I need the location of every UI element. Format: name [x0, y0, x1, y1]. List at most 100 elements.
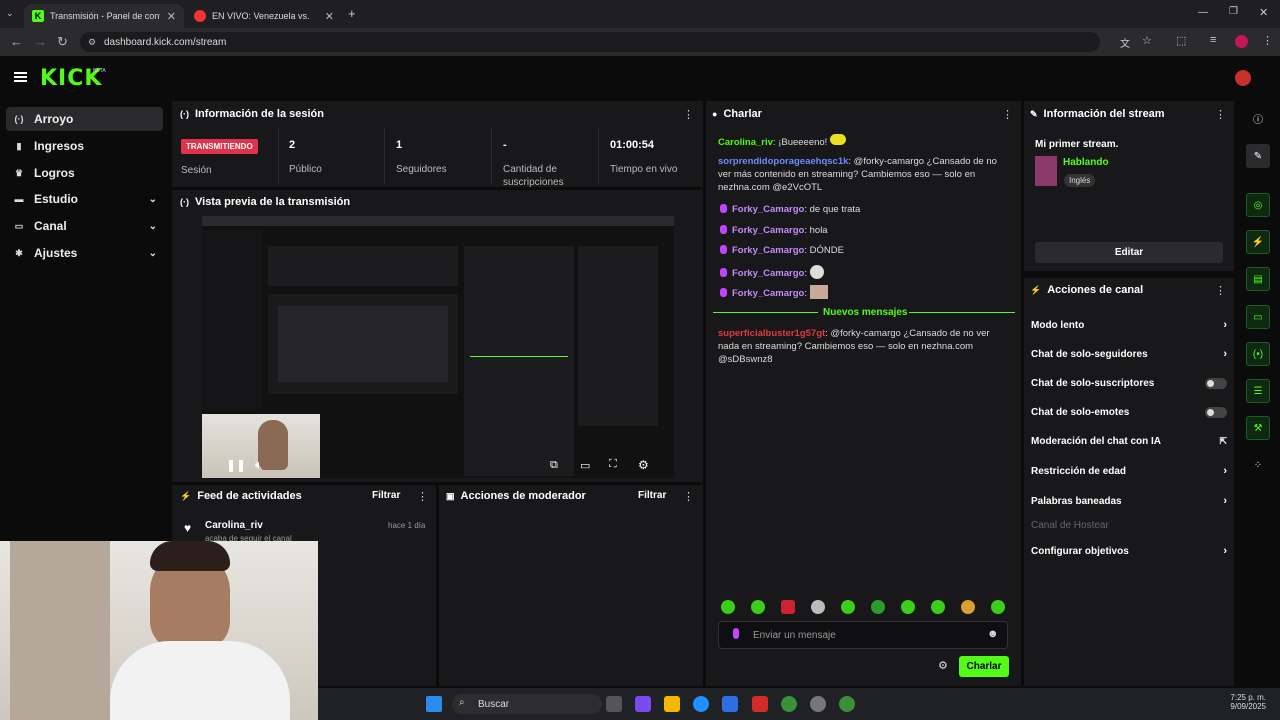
tab-dashboard[interactable]: K Transmisión - Panel de control ✕	[24, 4, 184, 28]
sidebar-item-estudio[interactable]: ▬ Estudio ⌄	[6, 187, 163, 211]
action-restriccion-edad[interactable]: Restricción de edad ›	[1031, 465, 1227, 477]
stream-info-menu-icon[interactable]: ⋮	[1215, 108, 1226, 121]
chat-settings-icon[interactable]: ⚙	[938, 659, 948, 672]
new-tab-icon[interactable]: +	[348, 6, 356, 21]
settings-icon[interactable]: ⚙	[638, 458, 649, 472]
close-window-icon[interactable]: ✕	[1259, 6, 1268, 19]
windows-start-icon[interactable]	[426, 696, 442, 712]
bookmark-icon[interactable]: ☆	[1142, 34, 1152, 47]
sidebar-item-arroyo[interactable]: (·) Arroyo	[6, 107, 163, 131]
subscribers-only-toggle[interactable]	[1205, 378, 1227, 389]
obs-icon[interactable]	[810, 696, 826, 712]
chat-username[interactable]: Carolina_riv	[718, 137, 773, 148]
clock[interactable]: 7:25 p. m. 9/09/2025	[1216, 693, 1266, 711]
document-icon[interactable]: ▤	[1246, 267, 1270, 291]
emote-picker-item[interactable]	[811, 600, 825, 614]
activity-user[interactable]: Carolina_riv	[205, 520, 263, 531]
emote-picker-item[interactable]	[721, 600, 735, 614]
chat-username[interactable]: sorprendidoporageaehqsc1k	[718, 156, 848, 167]
edit-button[interactable]: Editar	[1035, 242, 1223, 263]
chat-username[interactable]: Forky_Camargo	[732, 288, 804, 299]
restore-icon[interactable]: ❐	[1229, 6, 1238, 17]
focus-icon[interactable]: ◎	[1246, 193, 1270, 217]
action-modo-lento[interactable]: Modo lento ›	[1031, 319, 1227, 331]
minimize-icon[interactable]: —	[1198, 7, 1208, 18]
list-icon[interactable]: ☰	[1246, 379, 1270, 403]
address-bar[interactable]: dashboard.kick.com/stream	[80, 32, 1100, 52]
site-info-icon[interactable]: ⚙	[88, 37, 96, 48]
channel-actions-menu-icon[interactable]: ⋮	[1215, 284, 1226, 297]
emote-picker-item[interactable]	[901, 600, 915, 614]
copilot-icon[interactable]	[635, 696, 651, 712]
translate-icon[interactable]: 文	[1120, 35, 1130, 50]
emote-picker-item[interactable]	[931, 600, 945, 614]
tab-list-icon[interactable]: ⌄	[6, 8, 14, 19]
emotes-only-toggle[interactable]	[1205, 407, 1227, 418]
chat-bubble-icon[interactable]: ▭	[1246, 305, 1270, 329]
send-chat-button[interactable]: Charlar	[959, 656, 1009, 677]
action-configurar-objetivos[interactable]: Configurar objetivos ›	[1031, 545, 1227, 557]
taskbar-search[interactable]: Buscar	[452, 694, 602, 714]
emote-picker-item[interactable]	[871, 600, 885, 614]
task-view-icon[interactable]	[606, 696, 622, 712]
reload-icon[interactable]: ↻	[57, 34, 68, 50]
sidebar-item-canal[interactable]: ▭ Canal ⌄	[6, 214, 163, 238]
pause-icon[interactable]: ❚❚	[226, 458, 246, 472]
chat-username[interactable]: Forky_Camargo	[732, 268, 804, 279]
emote-picker-item[interactable]	[841, 600, 855, 614]
chrome-icon[interactable]	[781, 696, 797, 712]
action-solo-suscriptores[interactable]: Chat de solo-suscriptores	[1031, 378, 1227, 389]
emote-picker-item[interactable]	[781, 600, 795, 614]
moderator-menu-icon[interactable]: ⋮	[683, 490, 694, 503]
theater-icon[interactable]: ▭	[580, 459, 590, 472]
chat-menu-icon[interactable]: ⋮	[1002, 108, 1013, 121]
activity-filter-button[interactable]: Filtrar	[372, 490, 400, 501]
chat-username[interactable]: Forky_Camargo	[732, 245, 804, 256]
file-explorer-icon[interactable]	[664, 696, 680, 712]
broadcast-icon[interactable]: (•)	[1246, 342, 1270, 366]
forward-icon[interactable]: →	[34, 34, 47, 49]
action-solo-seguidores[interactable]: Chat de solo-seguidores ›	[1031, 348, 1227, 360]
bolt-icon[interactable]: ⚡	[1246, 230, 1270, 254]
store-icon[interactable]	[722, 696, 738, 712]
chat-username[interactable]: Forky_Camargo	[732, 204, 804, 215]
action-moderacion-ia[interactable]: Moderación del chat con IA ⇱	[1031, 436, 1227, 447]
moderator-filter-button[interactable]: Filtrar	[638, 490, 666, 501]
pip-icon[interactable]: ⧉	[550, 459, 558, 472]
emote-picker-item[interactable]	[751, 600, 765, 614]
info-icon[interactable]: ⓘ	[1246, 106, 1270, 130]
action-palabras-baneadas[interactable]: Palabras baneadas ›	[1031, 495, 1227, 507]
hamburger-menu-icon[interactable]	[14, 72, 27, 82]
avatar[interactable]	[1235, 70, 1251, 86]
stream-preview-video[interactable]	[202, 216, 674, 478]
sidebar-item-ajustes[interactable]: ✱ Ajustes ⌄	[6, 241, 163, 265]
activity-menu-icon[interactable]: ⋮	[417, 490, 428, 503]
profile-icon[interactable]	[1235, 35, 1248, 48]
tab-live-match[interactable]: EN VIVO: Venezuela vs. Col ✕	[186, 4, 342, 28]
action-solo-emotes[interactable]: Chat de solo-emotes	[1031, 407, 1227, 418]
session-menu-icon[interactable]: ⋮	[683, 108, 694, 121]
app-icon[interactable]	[752, 696, 768, 712]
reading-list-icon[interactable]: ≡	[1210, 34, 1216, 46]
sidebar-item-logros[interactable]: ♛ Logros	[6, 161, 163, 185]
fullscreen-icon[interactable]: ⛶	[609, 458, 617, 471]
chat-username[interactable]: superficialbuster1g57gt	[718, 328, 825, 339]
menu-icon[interactable]: ⋮	[1262, 34, 1273, 47]
emote-picker-item[interactable]	[961, 600, 975, 614]
emoji-icon[interactable]: ☻	[987, 628, 999, 640]
chat-input[interactable]: Enviar un mensaje	[718, 621, 1008, 649]
edge-icon[interactable]	[693, 696, 709, 712]
extensions-icon[interactable]: ⬚	[1176, 34, 1186, 47]
chat-username[interactable]: Forky_Camargo	[732, 225, 804, 236]
category-name[interactable]: Hablando	[1063, 157, 1109, 168]
wrench-icon[interactable]: ⚒	[1246, 416, 1270, 440]
emote-picker-item[interactable]	[991, 600, 1005, 614]
close-icon[interactable]: ✕	[167, 10, 176, 23]
edit-icon[interactable]: ✎	[1246, 144, 1270, 168]
mute-icon[interactable]: 🔇︎	[255, 458, 263, 473]
plus-layout-icon[interactable]: ⁘	[1246, 453, 1270, 477]
microphone-icon[interactable]	[733, 628, 739, 639]
close-icon[interactable]: ✕	[325, 10, 334, 23]
sidebar-item-ingresos[interactable]: ▮ Ingresos	[6, 134, 163, 158]
back-icon[interactable]: ←	[10, 34, 23, 49]
